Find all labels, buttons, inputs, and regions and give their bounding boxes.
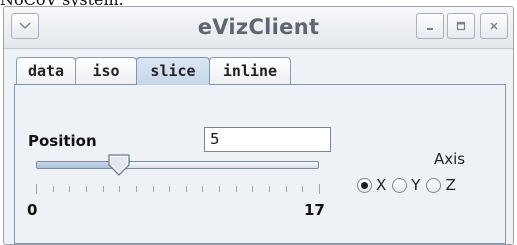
minimize-button[interactable] bbox=[416, 13, 444, 39]
slider-tick bbox=[285, 186, 287, 192]
slider-tick bbox=[219, 186, 221, 192]
minimize-icon bbox=[427, 28, 433, 30]
axis-radio-y[interactable]: Y bbox=[392, 176, 420, 194]
slider-tick bbox=[235, 186, 237, 192]
axis-radio-group: X Y Z bbox=[357, 176, 462, 194]
position-slider-thumb[interactable] bbox=[107, 153, 131, 177]
application-window: eVizClient data iso slice inline Positio… bbox=[3, 6, 514, 245]
slider-tick bbox=[69, 186, 71, 192]
axis-radio-z-label: Z bbox=[445, 176, 456, 194]
slider-tick bbox=[319, 184, 320, 194]
slider-tick bbox=[252, 186, 254, 192]
axis-radio-x-label: X bbox=[376, 176, 387, 194]
slider-tick bbox=[135, 186, 137, 192]
slider-tick bbox=[119, 186, 121, 192]
slider-tick bbox=[102, 186, 104, 192]
tab-bar: data iso slice inline bbox=[16, 57, 291, 85]
axis-label: Axis bbox=[434, 150, 466, 168]
maximize-button[interactable] bbox=[447, 13, 475, 39]
position-slider-track[interactable] bbox=[36, 161, 319, 169]
close-icon bbox=[490, 22, 498, 30]
position-input[interactable]: 5 bbox=[204, 127, 331, 152]
slider-tick bbox=[52, 186, 54, 192]
tab-iso[interactable]: iso bbox=[75, 57, 137, 84]
slider-tick bbox=[85, 186, 87, 192]
radio-y-dot bbox=[392, 177, 408, 193]
axis-radio-y-label: Y bbox=[411, 176, 421, 194]
close-button[interactable] bbox=[480, 13, 508, 39]
slider-tick bbox=[269, 186, 271, 192]
slice-panel: Position 5 0 17 Axis X Y Z bbox=[14, 84, 506, 244]
slider-tick bbox=[202, 186, 204, 192]
slider-tick bbox=[302, 186, 304, 192]
slider-tick bbox=[185, 186, 187, 192]
tab-slice[interactable]: slice bbox=[136, 57, 210, 85]
position-label: Position bbox=[28, 132, 97, 150]
slider-tick bbox=[169, 186, 171, 192]
slider-min-label: 0 bbox=[27, 201, 38, 219]
title-bar[interactable]: eVizClient bbox=[4, 7, 513, 49]
slider-ticks bbox=[36, 184, 320, 194]
slider-tick bbox=[152, 186, 154, 192]
axis-radio-x[interactable]: X bbox=[357, 176, 386, 194]
tab-inline[interactable]: inline bbox=[209, 57, 291, 84]
radio-x-dot bbox=[357, 177, 372, 193]
tab-data[interactable]: data bbox=[16, 57, 76, 84]
radio-z-dot bbox=[426, 177, 442, 193]
slider-max-label: 17 bbox=[304, 201, 325, 219]
axis-radio-z[interactable]: Z bbox=[426, 176, 456, 194]
maximize-icon bbox=[456, 21, 466, 31]
slider-tick bbox=[36, 184, 37, 194]
